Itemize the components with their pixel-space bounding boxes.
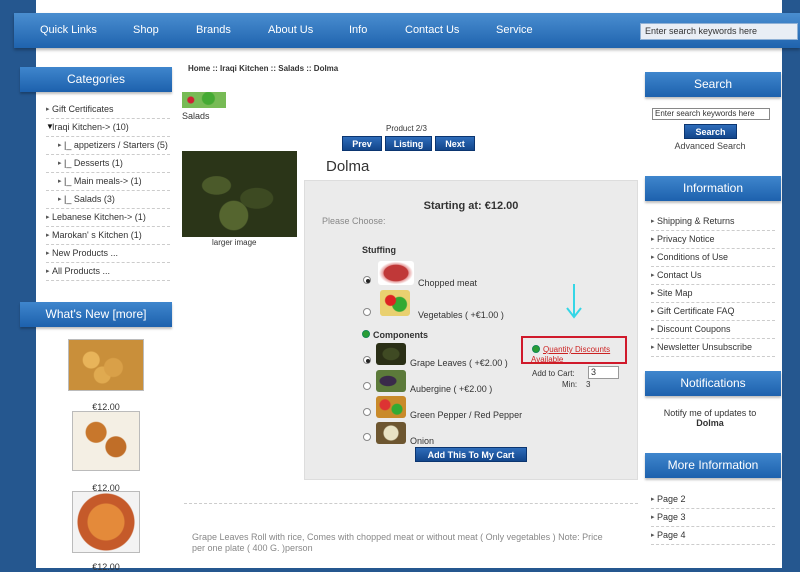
salads-category-image[interactable] (182, 92, 226, 108)
starting-price: Starting at: €12.00 (423, 200, 519, 212)
more-information-header: More Information (645, 453, 781, 478)
onion-image (376, 422, 406, 444)
whats-new-header[interactable]: What's New [more] (20, 302, 172, 327)
stuffing-vegetables-label: Vegetables ( +€1.00 ) (418, 310, 504, 320)
whats-new-image-1[interactable] (68, 339, 144, 391)
stuffing-label: Stuffing (362, 245, 396, 255)
prev-button[interactable]: Prev (342, 136, 382, 151)
chopped-meat-image (378, 261, 414, 285)
product-description: Grape Leaves Roll with rice, Comes with … (192, 532, 603, 553)
component-pepper-radio[interactable] (363, 408, 371, 416)
info-newsletter-unsubscribe[interactable]: Newsletter Unsubscribe (651, 339, 775, 357)
category-marokan-kitchen[interactable]: Marokan' s Kitchen (1) (46, 227, 170, 245)
min-label: Min: (562, 380, 578, 389)
component-grape-leaves-label: Grape Leaves ( +€2.00 ) (410, 358, 508, 368)
top-navigation: Quick Links Shop Brands About Us Info Co… (14, 13, 800, 48)
vegetables-image (380, 290, 410, 316)
component-aubergine-radio[interactable] (363, 382, 371, 390)
info-shipping-returns[interactable]: Shipping & Returns (651, 213, 775, 231)
nav-shop[interactable]: Shop (133, 24, 159, 36)
category-appetizers[interactable]: |_ appetizers / Starters (5) (46, 137, 170, 155)
header-search-input[interactable]: Enter search keywords here (640, 23, 798, 40)
category-lebanese-kitchen[interactable]: Lebanese Kitchen-> (1) (46, 209, 170, 227)
quantity-input[interactable]: 3 (588, 366, 619, 379)
aubergine-image (376, 370, 406, 392)
category-gift-certificates[interactable]: Gift Certificates (46, 101, 170, 119)
listing-button[interactable]: Listing (385, 136, 432, 151)
category-new-products[interactable]: New Products ... (46, 245, 170, 263)
grape-leaves-image (376, 343, 406, 365)
more-information-list: Page 2 Page 3 Page 4 (651, 491, 775, 545)
component-aubergine-label: Aubergine ( +€2.00 ) (410, 384, 493, 394)
please-choose-label: Please Choose: (322, 216, 386, 226)
category-iraqi-kitchen[interactable]: Iraqi Kitchen-> (10) (46, 119, 170, 137)
information-header: Information (645, 176, 781, 201)
category-all-products[interactable]: All Products ... (46, 263, 170, 281)
more-info-page-2[interactable]: Page 2 (651, 491, 775, 509)
notify-text[interactable]: Notify me of updates to (645, 408, 775, 418)
description-divider (184, 503, 638, 504)
nav-contact-us[interactable]: Contact Us (405, 24, 459, 36)
next-button[interactable]: Next (435, 136, 475, 151)
notifications-header: Notifications (645, 371, 781, 396)
whats-new-price-3: €12.00 (92, 562, 120, 572)
info-gift-certificate-faq[interactable]: Gift Certificate FAQ (651, 303, 775, 321)
nav-quick-links[interactable]: Quick Links (40, 24, 97, 36)
info-site-map[interactable]: Site Map (651, 285, 775, 303)
components-indicator-icon (362, 330, 370, 338)
category-main-meals[interactable]: |_ Main meals-> (1) (46, 173, 170, 191)
nav-service[interactable]: Service (496, 24, 533, 36)
nav-info[interactable]: Info (349, 24, 367, 36)
categories-list: Gift Certificates Iraqi Kitchen-> (10) |… (46, 101, 170, 281)
more-info-page-3[interactable]: Page 3 (651, 509, 775, 527)
product-title: Dolma (326, 158, 370, 175)
min-value: 3 (586, 380, 591, 389)
nav-about-us[interactable]: About Us (268, 24, 313, 36)
information-list: Shipping & Returns Privacy Notice Condit… (651, 213, 775, 357)
quantity-discounts-link[interactable]: Quantity Discounts Available (531, 345, 627, 365)
arrow-down-icon (566, 284, 582, 319)
info-privacy-notice[interactable]: Privacy Notice (651, 231, 775, 249)
categories-header: Categories (20, 67, 172, 92)
stuffing-chopped-meat-label: Chopped meat (418, 278, 478, 288)
component-pepper-label: Green Pepper / Red Pepper (410, 410, 523, 420)
component-onion-label: Onion (410, 436, 435, 446)
info-contact-us[interactable]: Contact Us (651, 267, 775, 285)
components-label: Components (373, 330, 428, 340)
stuffing-chopped-meat-radio[interactable] (363, 276, 371, 284)
category-desserts[interactable]: |_ Desserts (1) (46, 155, 170, 173)
breadcrumb[interactable]: Home :: Iraqi Kitchen :: Salads :: Dolma (188, 64, 338, 73)
add-to-cart-label: Add to Cart: (532, 369, 575, 378)
info-discount-coupons[interactable]: Discount Coupons (651, 321, 775, 339)
search-button[interactable]: Search (684, 124, 737, 139)
component-grape-leaves-radio[interactable] (363, 356, 371, 364)
larger-image-link[interactable]: larger image (212, 238, 256, 247)
category-thumb-label: Salads (182, 111, 210, 121)
add-to-cart-button[interactable]: Add This To My Cart (415, 447, 527, 462)
component-onion-radio[interactable] (363, 433, 371, 441)
pepper-image (376, 396, 406, 418)
nav-brands[interactable]: Brands (196, 24, 231, 36)
search-input[interactable]: Enter search keywords here (652, 108, 770, 120)
notify-product[interactable]: Dolma (645, 418, 775, 428)
whats-new-image-2[interactable] (72, 411, 140, 471)
category-salads[interactable]: |_ Salads (3) (46, 191, 170, 209)
info-conditions-of-use[interactable]: Conditions of Use (651, 249, 775, 267)
whats-new-image-3[interactable] (72, 491, 140, 553)
stuffing-vegetables-radio[interactable] (363, 308, 371, 316)
search-header: Search (645, 72, 781, 97)
more-info-page-4[interactable]: Page 4 (651, 527, 775, 545)
advanced-search-link[interactable]: Advanced Search (645, 141, 775, 151)
product-main-image[interactable] (182, 151, 297, 237)
product-counter: Product 2/3 (386, 124, 427, 133)
